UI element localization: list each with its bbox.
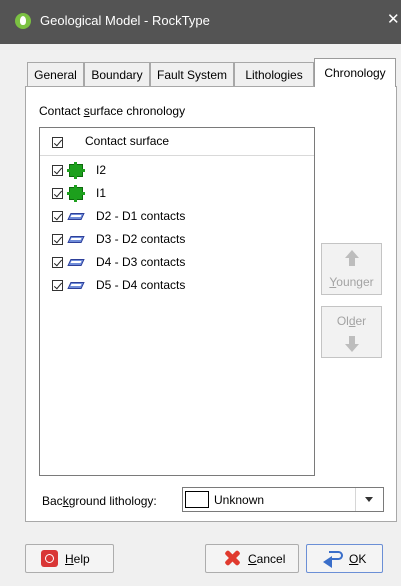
title-bar: Geological Model - RockType ✕ xyxy=(0,0,401,44)
surface-icon xyxy=(69,233,83,246)
list-header: Contact surface xyxy=(40,128,314,156)
item-label: D5 - D4 contacts xyxy=(96,278,186,292)
item-label: D2 - D1 contacts xyxy=(96,209,186,223)
item-checkbox[interactable] xyxy=(52,211,63,222)
list-item-i2[interactable]: I2 xyxy=(40,159,314,182)
item-label: D4 - D3 contacts xyxy=(96,255,186,269)
older-button[interactable]: Older xyxy=(321,306,382,358)
tab-general[interactable]: General xyxy=(27,62,84,86)
lithology-color-swatch xyxy=(185,491,209,508)
help-button[interactable]: Help xyxy=(25,544,114,573)
older-button-label: Older xyxy=(336,314,367,328)
list-item-d3-d2-contacts[interactable]: D3 - D2 contacts xyxy=(40,228,314,251)
younger-button-label: Younger xyxy=(329,275,374,289)
item-checkbox[interactable] xyxy=(52,188,63,199)
select-all-checkbox[interactable] xyxy=(52,137,63,148)
tab-chronology[interactable]: Chronology xyxy=(314,58,396,87)
help-icon xyxy=(41,550,58,567)
contact-surface-list[interactable]: Contact surface I2 I1 D2 - D1 contacts D… xyxy=(39,127,315,476)
intrusion-icon xyxy=(67,185,85,202)
list-item-d4-d3-contacts[interactable]: D4 - D3 contacts xyxy=(40,251,314,274)
help-button-label: Help xyxy=(65,552,90,566)
section-label-contact-surface-chronology: Contact surface chronology xyxy=(39,104,186,118)
chevron-down-icon[interactable] xyxy=(355,488,383,511)
item-label: D3 - D2 contacts xyxy=(96,232,186,246)
ok-button[interactable]: OK xyxy=(306,544,383,573)
background-lithology-value: Unknown xyxy=(214,493,265,507)
item-checkbox[interactable] xyxy=(52,280,63,291)
background-lithology-label: Background lithology: xyxy=(42,494,157,508)
item-checkbox[interactable] xyxy=(52,234,63,245)
item-checkbox[interactable] xyxy=(52,165,63,176)
list-item-d2-d1-contacts[interactable]: D2 - D1 contacts xyxy=(40,205,314,228)
tab-fault-system[interactable]: Fault System xyxy=(150,62,234,86)
ok-icon xyxy=(323,550,345,568)
leapfrog-app-icon xyxy=(15,13,31,29)
window-title: Geological Model - RockType xyxy=(40,13,210,28)
surface-icon xyxy=(69,210,83,223)
item-label: I1 xyxy=(96,186,107,200)
background-lithology-select[interactable]: Unknown xyxy=(182,487,384,512)
ok-button-label: OK xyxy=(349,552,367,566)
surface-icon xyxy=(69,279,83,292)
item-label: I2 xyxy=(96,163,107,177)
surface-icon xyxy=(69,256,83,269)
tab-boundary[interactable]: Boundary xyxy=(84,62,150,86)
tab-lithologies[interactable]: Lithologies xyxy=(234,62,314,86)
arrow-down-icon xyxy=(345,336,359,352)
younger-button[interactable]: Younger xyxy=(321,243,382,295)
column-header-contact-surface: Contact surface xyxy=(85,134,170,148)
intrusion-icon xyxy=(67,162,85,179)
close-icon[interactable]: ✕ xyxy=(387,12,401,27)
list-item-i1[interactable]: I1 xyxy=(40,182,314,205)
list-item-d5-d4-contacts[interactable]: D5 - D4 contacts xyxy=(40,274,314,297)
item-checkbox[interactable] xyxy=(52,257,63,268)
dialog-window: Geological Model - RockType ✕ General Bo… xyxy=(0,0,401,586)
cancel-icon xyxy=(223,549,241,567)
cancel-button[interactable]: Cancel xyxy=(205,544,299,573)
cancel-button-label: Cancel xyxy=(248,552,286,566)
arrow-up-icon xyxy=(345,250,359,266)
